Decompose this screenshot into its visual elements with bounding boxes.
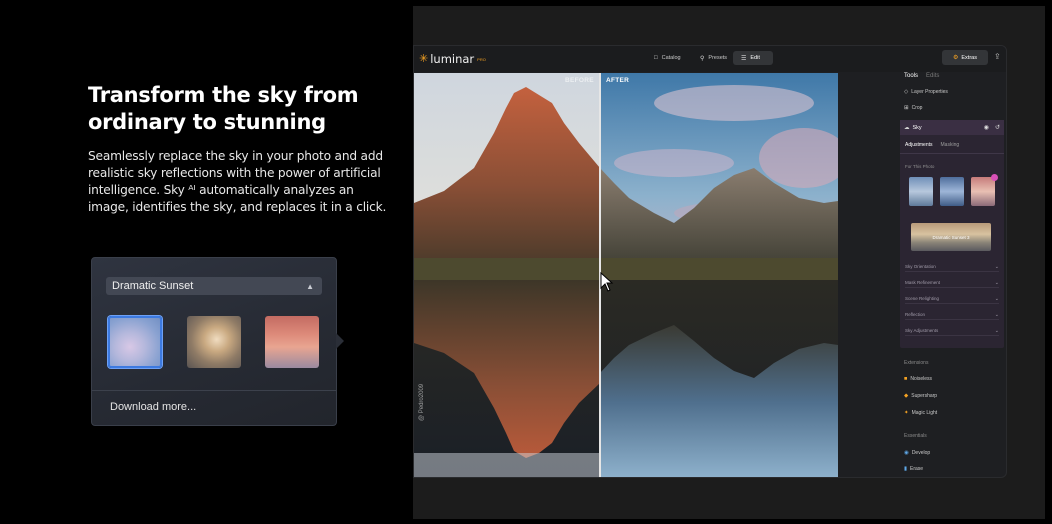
accordion-label: Reflection [905,312,926,317]
sky-suggestion-3[interactable] [971,177,995,206]
search-icon: ⚲ [700,55,705,62]
logo-text: luminar [430,52,475,66]
nav-catalog-label: Catalog [661,55,681,61]
essentials-title: Essentials [904,433,927,439]
share-icon[interactable]: ⇪ [994,52,1001,61]
logo-badge: PRO [477,56,486,62]
after-label: AFTER [606,77,630,84]
sky-tool-header[interactable]: ☁ Sky ◉ ↺ [900,120,1004,135]
crop-item[interactable]: ⊞ Crop [904,105,922,111]
subtab-masking[interactable]: Masking [941,142,960,148]
accordion-sky-orientation[interactable]: Sky Orientation ⌄ [905,262,999,272]
sky-header-actions: ◉ ↺ [984,124,1000,131]
panel-tabs: Tools Edits [904,73,939,79]
sky-thumbnail-2[interactable] [187,316,241,368]
sky-picker-card: Dramatic Sunset ▲ Download more... [91,257,337,426]
eye-icon[interactable]: ◉ [984,124,989,131]
extension-supersharp[interactable]: ◆ Supersharp [904,393,937,399]
essential-label: Develop [911,450,931,456]
feature-description: Seamlessly replace the sky in your photo… [88,149,387,214]
accordion-mask-refinement[interactable]: Mask Refinement ⌄ [905,278,999,288]
top-bar: ✳ luminar PRO □ Catalog ⚲ Presets ☰ Edit… [414,46,1006,72]
chevron-up-icon: ▲ [306,281,314,291]
divider [92,390,336,391]
luminar-window: ✳ luminar PRO □ Catalog ⚲ Presets ☰ Edit… [413,45,1007,478]
noiseless-icon: ■ [904,376,908,382]
tab-edits[interactable]: Edits [926,73,939,79]
page: Transform the sky from ordinary to stunn… [0,0,1052,524]
mouse-cursor-icon [600,272,614,292]
dramatic-sunset-label: Dramatic Sunset 3 [932,234,970,240]
accordion-label: Scene Relighting [905,296,940,301]
extension-label: Magic Light [911,410,938,416]
extension-magic-light[interactable]: ✦ Magic Light [904,410,937,416]
crop-icon: ⊞ [904,105,909,111]
sun-icon: ✳ [419,52,429,65]
sky-preset-selected: Dramatic Sunset [112,280,194,292]
essential-label: Erase [910,466,924,472]
photo-watermark: @ Pedro2009 [419,383,425,421]
supersharp-icon: ◆ [904,393,909,399]
essential-develop[interactable]: ◉ Develop [904,450,930,456]
sky-preset-dropdown[interactable]: Dramatic Sunset ▲ [106,277,322,295]
crop-label: Crop [911,105,923,111]
magic-light-icon: ✦ [904,410,909,416]
cloud-icon: ☁ [904,124,910,131]
accordion-reflection[interactable]: Reflection ⌄ [905,310,999,320]
nav-presets[interactable]: ⚲ Presets [692,51,735,65]
extension-label: Supersharp [911,393,938,399]
app-logo: ✳ luminar PRO [419,52,486,66]
nav-presets-label: Presets [708,55,728,61]
nav-edit[interactable]: ☰ Edit [733,51,773,65]
landscape-photo [414,73,838,477]
subtab-adjustments[interactable]: Adjustments [905,142,933,148]
accordion-sky-adjustments[interactable]: Sky Adjustments ⌄ [905,326,999,336]
download-more-link[interactable]: Download more... [110,401,196,413]
erase-icon: ▮ [904,466,908,472]
sliders-icon: ☰ [741,55,747,62]
chevron-down-icon: ⌄ [994,327,999,334]
layer-properties-label: Layer Properties [911,89,948,95]
divider [900,153,1004,154]
before-label: BEFORE [565,77,594,84]
accordion-label: Sky Adjustments [905,328,939,333]
reset-icon[interactable]: ↺ [995,124,1000,131]
tab-tools[interactable]: Tools [904,73,918,79]
layers-icon: ◇ [904,89,909,95]
accordion-label: Mask Refinement [905,280,941,285]
dramatic-sunset-preset[interactable]: Dramatic Sunset 3 [911,223,991,251]
photo-canvas[interactable]: BEFORE AFTER @ Pedro2009 [414,73,838,477]
folder-icon: □ [654,55,658,61]
notification-dot-icon [991,174,998,181]
headline: Transform the sky from ordinary to stunn… [88,83,359,134]
accordion-label: Sky Orientation [905,264,936,269]
sky-suggestion-1[interactable] [909,177,933,206]
chevron-down-icon: ⌄ [994,263,999,270]
tools-panel: Tools Edits ◇ Layer Properties ⊞ Crop ☁ … [900,73,1005,477]
chevron-down-icon: ⌄ [994,295,999,302]
sky-thumbnail-3[interactable] [265,316,319,368]
accordion-scene-relighting[interactable]: Scene Relighting ⌄ [905,294,999,304]
for-this-photo-label: For This Photo [905,164,935,169]
extras-label: Extras [961,54,977,61]
sky-subtabs: Adjustments Masking [905,142,959,148]
extras-icon: ⚙ [953,55,959,61]
chevron-down-icon: ⌄ [994,279,999,286]
extensions-title: Extensions [904,360,929,366]
layer-properties-item[interactable]: ◇ Layer Properties [904,89,948,95]
sky-suggestion-2[interactable] [940,177,964,206]
extras-button[interactable]: ⚙ Extras [942,50,988,65]
sky-thumbnail-1[interactable] [108,316,162,368]
sky-tool-label: Sky [912,124,922,131]
nav-edit-label: Edit [750,55,760,61]
nav-catalog[interactable]: □ Catalog [646,51,689,65]
extension-noiseless[interactable]: ■ Noiseless [904,376,932,382]
chevron-down-icon: ⌄ [994,311,999,318]
develop-icon: ◉ [904,450,909,456]
sky-tool-panel: ☁ Sky ◉ ↺ Adjustments Masking For This P… [900,120,1004,348]
picker-pointer [336,333,344,349]
essential-erase[interactable]: ▮ Erase [904,466,923,472]
extension-label: Noiseless [910,376,933,382]
